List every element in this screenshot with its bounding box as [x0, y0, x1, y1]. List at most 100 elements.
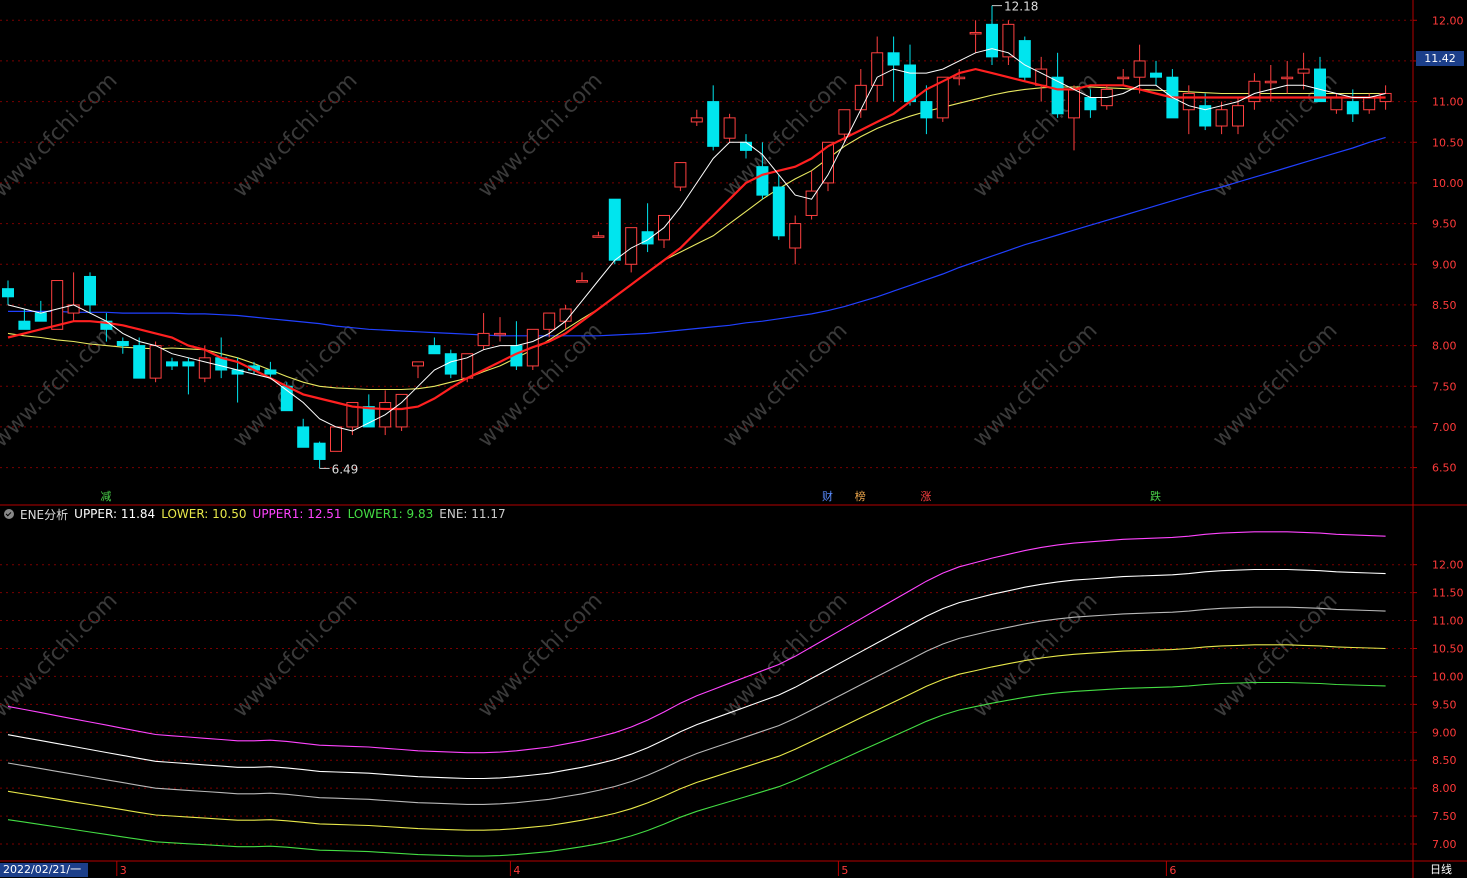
candle-body [2, 288, 14, 298]
event-marker[interactable]: 财 [822, 491, 833, 503]
candle-body [690, 117, 703, 123]
candle-body [264, 369, 277, 375]
candle [986, 5, 998, 65]
indicator-tick-label: 8.50 [1432, 754, 1457, 767]
month-label: 3 [120, 864, 127, 877]
candle-body [723, 117, 736, 139]
candle-body [559, 308, 572, 322]
candle-body [1182, 92, 1195, 111]
candle-body [149, 345, 162, 379]
date-axis: 3 4 5 6 [116, 861, 1176, 877]
indicator-name[interactable]: ENE分析 [20, 506, 68, 523]
candle-body [1133, 60, 1146, 78]
price-tick-label: 10.00 [1432, 177, 1464, 190]
candle [1199, 93, 1212, 131]
watermark-text: www.cfchi.com [473, 68, 607, 202]
watermark-text: www.cfchi.com [228, 588, 362, 722]
candle-body [592, 235, 605, 238]
candle-body [362, 406, 375, 428]
event-marker[interactable]: 跌 [1150, 491, 1161, 503]
candle-body [953, 76, 966, 80]
candle [379, 390, 392, 436]
upper-line [7, 568, 1386, 780]
candle [1297, 52, 1310, 90]
candle-body [1068, 88, 1080, 119]
candle [412, 361, 424, 379]
candle-body [1264, 80, 1277, 84]
event-marker[interactable]: 榜 [855, 491, 866, 503]
candle [428, 337, 441, 355]
indicator-tick-label: 7.00 [1432, 838, 1457, 851]
event-marker[interactable]: 涨 [920, 491, 931, 503]
price-tick-label: 6.50 [1432, 462, 1457, 475]
candle [1133, 44, 1146, 94]
candle-body [330, 426, 342, 452]
price-annotations: 12.18 6.49 [319, 0, 1038, 476]
watermark-text: www.cfchi.com [968, 318, 1102, 452]
candle-body [1330, 97, 1343, 111]
candle-body [297, 426, 310, 448]
candle-body [1018, 40, 1031, 78]
candle [1264, 65, 1277, 102]
candle [84, 272, 96, 314]
candlestick-series[interactable] [2, 5, 1392, 469]
indicator-tick-label: 8.00 [1432, 782, 1457, 795]
legend-item: LOWER: 10.50 [161, 507, 247, 521]
price-tick-label: 7.50 [1432, 380, 1457, 393]
month-label: 4 [513, 864, 520, 877]
indicator-tick-label: 9.50 [1432, 698, 1457, 711]
candle-body [1363, 97, 1376, 111]
indicator-tick-label: 11.50 [1432, 587, 1464, 600]
candle-body [34, 312, 47, 322]
low-price-label: 6.49 [332, 462, 359, 476]
candle [297, 418, 310, 448]
event-marker[interactable]: 减 [100, 491, 111, 503]
watermark-text: www.cfchi.com [473, 318, 607, 452]
period-label[interactable]: 日线 [1416, 863, 1466, 877]
indicator-tick-label: 10.00 [1432, 670, 1464, 683]
indicator-tick-label: 7.50 [1432, 810, 1457, 823]
price-tick-label: 9.50 [1432, 218, 1457, 231]
high-price-label: 12.18 [1004, 0, 1038, 14]
candle-body [789, 223, 802, 249]
ene-line [7, 606, 1386, 805]
watermark-text: www.cfchi.com [1208, 318, 1342, 452]
candle [494, 317, 506, 342]
watermark-text: www.cfchi.com [0, 318, 123, 452]
candle-body [772, 186, 785, 237]
candle-body [576, 280, 588, 283]
candle [116, 337, 129, 354]
price-tick-label: 11.00 [1432, 96, 1464, 109]
candle [608, 198, 621, 265]
candle-body [116, 341, 129, 347]
candle [969, 20, 982, 53]
candle [1035, 56, 1048, 102]
legend-item: UPPER1: 12.51 [252, 507, 342, 521]
watermark-text: www.cfchi.com [718, 588, 852, 722]
candle-body [1346, 101, 1359, 115]
candle-body [871, 52, 884, 86]
month-label: 6 [1169, 864, 1176, 877]
candle-body [920, 101, 933, 119]
candle [592, 231, 605, 238]
collapse-icon[interactable] [4, 509, 14, 519]
watermark-text: www.cfchi.com [0, 588, 123, 722]
candle [690, 109, 703, 126]
candle-body [805, 190, 818, 216]
candle [723, 113, 736, 143]
watermark-text: www.cfchi.com [228, 318, 362, 452]
candle [67, 272, 80, 322]
candle [2, 280, 14, 305]
watermark-layer: www.cfchi.com www.cfchi.com www.cfchi.com w… [0, 68, 1343, 722]
candle [1182, 85, 1195, 135]
candle [1248, 73, 1261, 110]
candle [51, 280, 64, 330]
legend-item: ENE: 11.17 [439, 507, 506, 521]
ene-indicator-lines [7, 531, 1386, 857]
candle [182, 357, 195, 395]
price-tick-label: 8.00 [1432, 340, 1457, 353]
candle-body [969, 31, 982, 35]
candle [1051, 52, 1064, 118]
candle [707, 85, 720, 151]
watermark-text: www.cfchi.com [228, 68, 362, 202]
